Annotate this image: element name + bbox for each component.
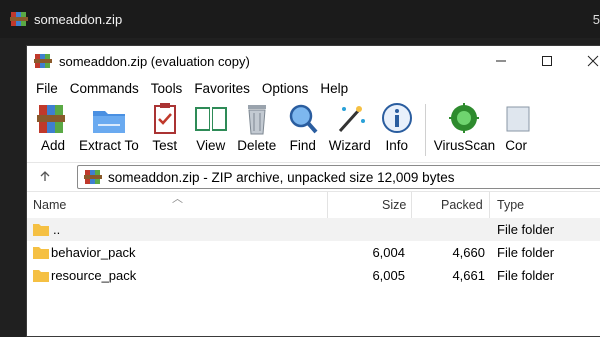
maximize-button[interactable]: [524, 46, 570, 76]
toolbar: Add Extract To Test View Delete Find Wiz…: [27, 100, 600, 162]
outer-taskbar: someaddon.zip 5: [0, 0, 600, 38]
test-clipboard-icon: [153, 103, 176, 134]
add-label: Add: [40, 138, 66, 153]
file-size: 6,004: [372, 245, 405, 260]
outer-tab-title: someaddon.zip: [34, 11, 123, 27]
title-bar[interactable]: someaddon.zip (evaluation copy): [27, 46, 600, 76]
extract-to-label: Extract To: [79, 138, 139, 153]
menu-options[interactable]: Options: [256, 81, 315, 96]
menu-tools[interactable]: Tools: [145, 81, 189, 96]
table-row[interactable]: resource_pack 6,005 4,661 File folder: [27, 264, 600, 287]
menu-bar: File Commands Tools Favorites Options He…: [27, 76, 600, 100]
address-bar: someaddon.zip - ZIP archive, unpacked si…: [27, 162, 600, 191]
add-button[interactable]: Add: [33, 100, 73, 153]
wand-icon: [338, 106, 365, 133]
delete-label: Delete: [237, 138, 277, 153]
view-label: View: [196, 138, 226, 153]
wizard-label: Wizard: [328, 138, 371, 153]
view-button[interactable]: View: [191, 100, 231, 153]
archive-path-text: someaddon.zip - ZIP archive, unpacked si…: [108, 169, 455, 185]
menu-commands[interactable]: Commands: [64, 81, 145, 96]
virus-icon: [449, 103, 480, 133]
file-name: resource_pack: [51, 268, 137, 283]
file-size: 6,005: [372, 268, 405, 283]
add-books-icon: [37, 105, 65, 133]
window-title: someaddon.zip (evaluation copy): [59, 53, 250, 69]
winrar-icon: [84, 170, 102, 184]
extract-folder-icon: [92, 111, 125, 133]
archive-path-field[interactable]: someaddon.zip - ZIP archive, unpacked si…: [77, 165, 600, 189]
column-divider: [411, 192, 412, 218]
folder-icon: [33, 247, 49, 259]
comment-button[interactable]: Cor: [501, 100, 531, 153]
virusscan-label: VirusScan: [433, 138, 496, 153]
comment-icon: [506, 106, 530, 132]
info-icon: [381, 103, 412, 133]
find-label: Find: [289, 138, 316, 153]
column-name[interactable]: Name: [33, 198, 66, 212]
table-row[interactable]: behavior_pack 6,004 4,660 File folder: [27, 241, 600, 264]
menu-favorites[interactable]: Favorites: [188, 81, 256, 96]
extract-to-button[interactable]: Extract To: [79, 100, 139, 153]
info-button[interactable]: Info: [377, 100, 417, 153]
file-packed: 4,660: [452, 245, 485, 260]
test-button[interactable]: Test: [145, 100, 185, 153]
menu-help[interactable]: Help: [314, 81, 354, 96]
info-label: Info: [385, 138, 409, 153]
folder-icon: [33, 270, 49, 282]
outer-right-fragment: 5: [592, 12, 600, 27]
column-type[interactable]: Type: [497, 198, 524, 212]
winrar-icon: [10, 12, 28, 26]
column-divider: [489, 192, 490, 218]
toolbar-divider: [424, 104, 426, 156]
up-button[interactable]: [27, 169, 63, 186]
file-type: File folder: [497, 268, 555, 283]
delete-button[interactable]: Delete: [237, 100, 277, 153]
list-header: Name ︿ Size Packed Type: [27, 191, 600, 218]
close-button[interactable]: [570, 46, 600, 76]
outer-tab[interactable]: someaddon.zip: [10, 5, 590, 33]
folder-icon: [33, 224, 49, 236]
find-button[interactable]: Find: [283, 100, 323, 153]
maximize-icon: [542, 56, 552, 66]
file-name: behavior_pack: [51, 245, 136, 260]
test-label: Test: [152, 138, 178, 153]
menu-file[interactable]: File: [30, 81, 64, 96]
virusscan-button[interactable]: VirusScan: [434, 100, 495, 153]
file-packed: 4,661: [452, 268, 485, 283]
winrar-icon: [34, 54, 52, 68]
minimize-icon: [496, 60, 506, 62]
comment-label: Cor: [505, 138, 527, 153]
arrow-up-icon: [40, 170, 50, 181]
file-type: File folder: [497, 245, 555, 260]
column-packed[interactable]: Packed: [441, 198, 483, 212]
file-type: File folder: [497, 222, 555, 237]
winrar-window: someaddon.zip (evaluation copy) File Com…: [26, 45, 600, 337]
file-list: Name ︿ Size Packed Type .. File folder b…: [27, 191, 600, 287]
sort-up-icon: ︿: [172, 193, 183, 205]
wizard-button[interactable]: Wizard: [329, 100, 371, 153]
magnifier-icon: [289, 104, 318, 134]
file-name: ..: [53, 222, 61, 237]
table-row[interactable]: .. File folder: [27, 218, 600, 241]
column-divider: [327, 192, 328, 218]
view-book-icon: [194, 107, 227, 131]
column-size[interactable]: Size: [382, 198, 406, 212]
minimize-button[interactable]: [478, 46, 524, 76]
close-icon: [587, 55, 599, 67]
trash-icon: [247, 105, 266, 135]
